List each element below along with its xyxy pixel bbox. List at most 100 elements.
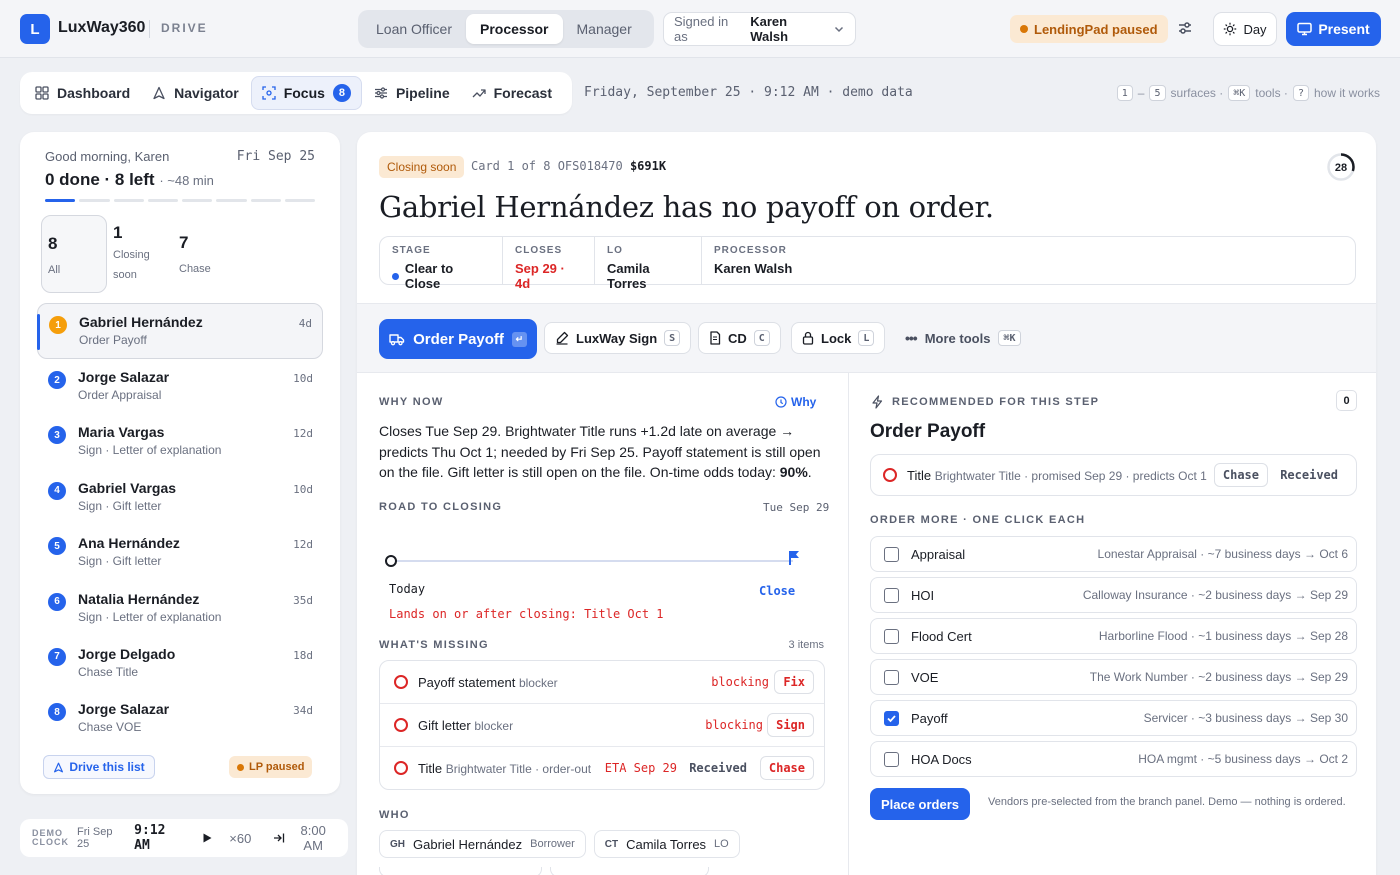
order-payoff-button[interactable]: Order Payoff ↵ [379,319,537,359]
bolt-icon [871,395,884,409]
missing-count: 3 items [788,639,824,651]
lendingpad-status-badge[interactable]: LendingPad paused [1010,15,1168,43]
order-item[interactable]: Appraisal Lonestar Appraisal · ~7 busines… [870,536,1357,572]
fact-processor: PROCESSOR Karen Walsh [702,237,804,284]
card-headline: Gabriel Hernández has no payoff on order… [379,190,994,224]
order-checkbox[interactable] [884,669,899,685]
more-tools-button[interactable]: ••• More tools ⌘K [905,330,1021,346]
stage-label: Clear to Close [404,261,454,291]
queue-item[interactable]: 3 Maria Vargas Sign · Letter of explanatio… [37,414,323,469]
nav-pipeline[interactable]: Pipeline [364,76,460,110]
order-item[interactable]: HOI Calloway Insurance · ~2 business days… [870,577,1357,613]
avatar: CT [604,838,619,850]
received-label[interactable]: Received [689,761,747,775]
order-checkbox[interactable] [884,710,899,726]
person-chip[interactable]: CT Camila Torres LO [593,830,740,858]
cd-button[interactable]: CD C [698,322,781,354]
focus-icon [262,86,276,100]
progress-segment [113,199,144,202]
order-checkbox[interactable] [884,628,899,644]
play-icon[interactable] [201,832,213,844]
nav-forecast[interactable]: Forecast [462,76,562,110]
fix-button[interactable]: Fix [774,670,814,694]
filter-all[interactable]: 8 All [41,215,107,293]
order-item[interactable]: Payoff Servicer · ~3 business days → Sep … [870,700,1357,736]
order-vendor: Calloway Insurance · ~2 business days → … [1082,588,1348,602]
place-orders-button[interactable]: Place orders [870,788,970,820]
demo-clock-label: DEMO CLOCK [32,829,69,847]
luxway-sign-button[interactable]: LuxWay Sign S [544,322,692,354]
progress-segment [79,199,110,202]
queue-number: 3 [48,426,66,445]
nav-navigator[interactable]: Navigator [142,76,249,110]
sliders-icon [374,86,388,100]
nav-focus[interactable]: Focus 8 [250,76,362,110]
recommended-heading: Order Payoff [870,421,986,442]
more-dots-icon: ••• [905,330,918,346]
role-loan-officer[interactable]: Loan Officer [362,14,466,44]
document-icon [709,331,721,345]
road-title: ROAD TO CLOSING [379,501,503,513]
person-role: Borrower [530,838,575,850]
title-row-detail: Brightwater Title · promised Sep 29 · pr… [934,468,1207,483]
filter-tiles: 8 All 1 Closing soon 7 Chase [41,215,239,293]
filter-closing-soon[interactable]: 1 Closing soon [107,215,173,293]
signed-in-dropdown[interactable]: Signed in as Karen Walsh [663,12,856,46]
fact-closes-key: CLOSES [515,245,563,256]
lock-button[interactable]: Lock L [791,322,886,354]
queue-item[interactable]: 2 Jorge Salazar Order Appraisal 10d [37,359,323,414]
queue-item[interactable]: 1 Gabriel Hernández Order Payoff 4d [37,303,323,359]
order-item[interactable]: VOE The Work Number · ~2 business days → … [870,659,1357,695]
queue-item[interactable]: 6 Natalia Hernández Sign · Letter of expla… [37,581,323,636]
title-row-name: Title [907,467,932,483]
road-timeline [379,542,825,572]
jump-to-time-button[interactable]: 8:00 AM [273,823,336,853]
queue-item[interactable]: 8 Jorge Salazar Chase VOE 34d [37,691,323,746]
road-close-date: Tue Sep 29 [763,501,830,514]
chase-button[interactable]: Chase [759,756,814,780]
order-checkbox[interactable] [884,546,899,562]
open-circle-icon [394,718,408,732]
role-manager[interactable]: Manager [563,14,646,44]
title-chase-button[interactable]: Chase [1213,463,1268,487]
order-list: Appraisal Lonestar Appraisal · ~7 busines… [870,536,1357,782]
queue-item[interactable]: 5 Ana Hernández Sign · Gift letter 12d [37,525,323,580]
role-processor[interactable]: Processor [466,14,563,44]
queue-task: Order Appraisal [78,388,162,402]
order-name: Payoff [911,710,948,726]
queue-borrower: Gabriel Hernández [79,314,203,330]
nav-dashboard[interactable]: Dashboard [25,76,140,110]
why-now-body: Closes Tue Sep 29. Brightwater Title run… [379,423,821,480]
theme-toggle-button[interactable]: Day [1213,12,1277,46]
hint-how-it-works[interactable]: how it works [1314,86,1380,100]
filter-chase-label: Chase [179,263,211,275]
order-checkbox[interactable] [884,587,899,603]
queue-item[interactable]: 4 Gabriel Vargas Sign · Gift letter 10d [37,470,323,525]
road-note: Lands on or after closing: Title Oct 1 [389,607,664,621]
person-chip[interactable]: GH Gabriel Hernández Borrower [379,830,586,858]
why-link[interactable]: Why [775,395,816,409]
progress-summary: 0 done · 8 left · ~48 min [45,170,214,190]
order-item[interactable]: Flood Cert Harborline Flood · ~1 business… [870,618,1357,654]
missing-item: Gift letter blocker blocking Sign [380,704,824,747]
filter-chase[interactable]: 7 Chase [173,215,239,293]
lendingpad-label: LendingPad paused [1034,21,1158,37]
missing-item-tag: blocker [518,675,558,690]
progress-segments [45,199,315,202]
person-chip-partial [379,867,542,875]
queue-borrower: Natalia Hernández [78,590,200,607]
queue-item[interactable]: 7 Jorge Delgado Chase Title 18d [37,636,323,691]
settings-sliders-icon[interactable] [1176,19,1194,37]
order-checkbox[interactable] [884,751,899,767]
order-item[interactable]: HOA Docs HOA mgmt · ~5 business days → Oc… [870,741,1357,777]
present-button[interactable]: Present [1286,12,1381,46]
person-name: Gabriel Hernández [413,836,523,852]
sign-button[interactable]: Sign [767,713,814,737]
filter-all-count: 8 [48,234,58,253]
greeting: Good morning, Karen [45,149,170,164]
title-received-button[interactable]: Received [1280,468,1338,482]
speed-button[interactable]: ×60 [229,831,251,846]
drive-list-button[interactable]: Drive this list [43,755,155,779]
app-logo[interactable]: L [20,14,50,44]
queue-age: 35d [293,593,313,607]
